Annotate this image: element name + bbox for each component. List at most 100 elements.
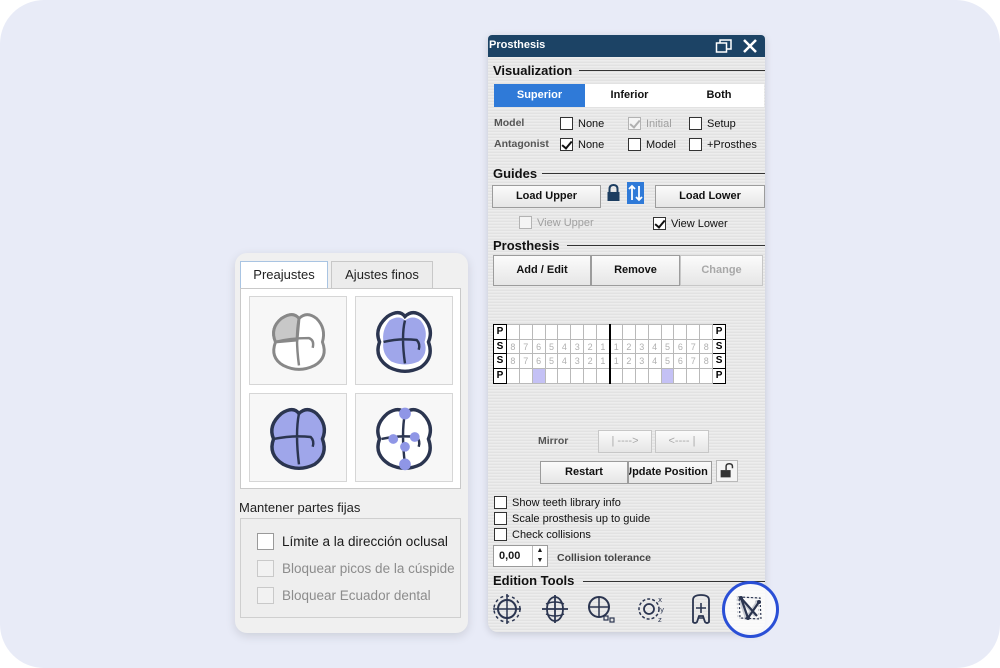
tooth-cell[interactable]: 4 (557, 353, 572, 370)
tooth-cell[interactable]: 4 (647, 353, 662, 370)
tooth-cell[interactable]: 7 (518, 353, 533, 370)
unlock-icon[interactable] (716, 460, 738, 482)
tooth-cell[interactable] (531, 324, 546, 340)
tooth-cell[interactable]: 6 (531, 353, 546, 370)
tooth-cell[interactable]: 1 (608, 353, 623, 370)
tab-ajustes-finos[interactable]: Ajustes finos (331, 261, 433, 288)
tooth-cell[interactable]: 7 (686, 338, 701, 355)
tooth-cell[interactable] (505, 368, 520, 384)
tooth-cell[interactable] (531, 368, 546, 384)
xyz-tool-icon[interactable]: xyz (636, 592, 666, 626)
tooth-cell[interactable]: 2 (621, 353, 636, 370)
tooth-cell[interactable]: 8 (505, 353, 520, 370)
tooth-cell[interactable]: 5 (660, 338, 675, 355)
tooth-cell[interactable]: 8 (699, 338, 714, 355)
tooth-cell[interactable] (660, 324, 675, 340)
tooth-cell[interactable] (570, 324, 585, 340)
tooth-cell[interactable] (686, 324, 701, 340)
tooth-row-edge-label[interactable]: P (493, 368, 507, 384)
preset-full-blue[interactable] (249, 393, 347, 482)
axis-tool-icon[interactable] (540, 592, 570, 626)
tooth-cell[interactable]: 6 (531, 338, 546, 355)
tooth-cell[interactable] (647, 368, 662, 384)
tooth-cell[interactable]: 2 (583, 338, 598, 355)
tooth-cell[interactable] (544, 368, 559, 384)
tooth-cell[interactable] (583, 368, 598, 384)
collision-tolerance-spinner[interactable]: 0,00 ▲ ▼ (493, 545, 548, 567)
tooth-cell[interactable]: 2 (621, 338, 636, 355)
tooth-cell[interactable]: 6 (673, 353, 688, 370)
segment-superior[interactable]: Superior (494, 84, 585, 107)
tooth-cell[interactable]: 8 (505, 338, 520, 355)
tooth-row-edge-label[interactable]: S (493, 338, 507, 355)
segment-inferior[interactable]: Inferior (585, 84, 674, 107)
tooth-row-edge-label[interactable]: S (493, 353, 507, 370)
tooth-cell[interactable] (505, 324, 520, 340)
tooth-cell[interactable]: 8 (699, 353, 714, 370)
tooth-cell[interactable]: 3 (570, 353, 585, 370)
tooth-cell[interactable] (570, 368, 585, 384)
tooth-cell[interactable] (583, 324, 598, 340)
tooth-cell[interactable] (634, 324, 649, 340)
tooth-cell[interactable]: 2 (583, 353, 598, 370)
update-position-button[interactable]: Update Position (628, 461, 712, 484)
tooth-size-tool-icon[interactable] (686, 592, 716, 626)
tooth-cell[interactable] (660, 368, 675, 384)
tooth-cell[interactable]: 4 (647, 338, 662, 355)
tooth-cell[interactable] (557, 368, 572, 384)
tooth-cell[interactable] (557, 324, 572, 340)
tooth-cell[interactable]: 7 (518, 338, 533, 355)
remove-button[interactable]: Remove (591, 255, 680, 286)
load-lower-button[interactable]: Load Lower (655, 185, 765, 208)
tooth-selector-grid[interactable]: PPS8765432112345678SS8765432112345678SPP (493, 324, 727, 384)
tooth-cell[interactable] (634, 368, 649, 384)
tooth-cell[interactable] (518, 368, 533, 384)
tooth-cell[interactable] (647, 324, 662, 340)
restore-icon[interactable] (715, 38, 733, 54)
tooth-row-edge-label[interactable]: P (712, 368, 727, 384)
swap-vertical-icon[interactable] (627, 182, 644, 204)
tooth-row-edge-label[interactable]: S (712, 353, 727, 370)
scale-tool-icon[interactable] (586, 592, 616, 626)
load-upper-button[interactable]: Load Upper (492, 185, 601, 208)
tooth-cell[interactable]: 5 (544, 338, 559, 355)
tooth-cell[interactable]: 5 (660, 353, 675, 370)
preset-points[interactable] (355, 393, 453, 482)
tooth-cell[interactable]: 6 (673, 338, 688, 355)
tooth-cell[interactable]: 3 (634, 338, 649, 355)
tooth-cell[interactable] (621, 324, 636, 340)
tooth-cell[interactable] (686, 368, 701, 384)
tab-preajustes[interactable]: Preajustes (240, 261, 328, 288)
tooth-cell[interactable] (608, 324, 623, 340)
tooth-cell[interactable]: 1 (596, 353, 611, 370)
preset-blue-fill-outline[interactable] (355, 296, 453, 385)
tooth-cell[interactable]: 1 (596, 338, 611, 355)
tooth-cell[interactable] (518, 324, 533, 340)
tooth-cell[interactable] (699, 324, 714, 340)
tooth-cell[interactable]: 3 (570, 338, 585, 355)
segment-both[interactable]: Both (674, 84, 764, 107)
tooth-cell[interactable]: 1 (608, 338, 623, 355)
tooth-cell[interactable] (596, 368, 611, 384)
tooth-cell[interactable]: 4 (557, 338, 572, 355)
tooth-row-edge-label[interactable]: P (712, 324, 727, 340)
tooth-row-edge-label[interactable]: S (712, 338, 727, 355)
tooth-cell[interactable] (673, 368, 688, 384)
tooth-cell[interactable] (621, 368, 636, 384)
rotate-tool-icon[interactable] (492, 592, 522, 626)
tooth-cell[interactable] (608, 368, 623, 384)
tooth-cell[interactable] (673, 324, 688, 340)
tooth-cell[interactable] (544, 324, 559, 340)
tooth-row-edge-label[interactable]: P (493, 324, 507, 340)
close-icon[interactable] (741, 38, 759, 54)
add-edit-button[interactable]: Add / Edit (493, 255, 591, 286)
lock-icon[interactable] (605, 182, 622, 204)
preset-grey-outline[interactable] (249, 296, 347, 385)
deform-tool-highlight-icon[interactable] (735, 592, 765, 626)
tooth-cell[interactable]: 3 (634, 353, 649, 370)
tooth-cell[interactable]: 7 (686, 353, 701, 370)
restart-button[interactable]: Restart (540, 461, 628, 484)
tooth-cell[interactable] (596, 324, 611, 340)
tooth-cell[interactable]: 5 (544, 353, 559, 370)
tooth-cell[interactable] (699, 368, 714, 384)
